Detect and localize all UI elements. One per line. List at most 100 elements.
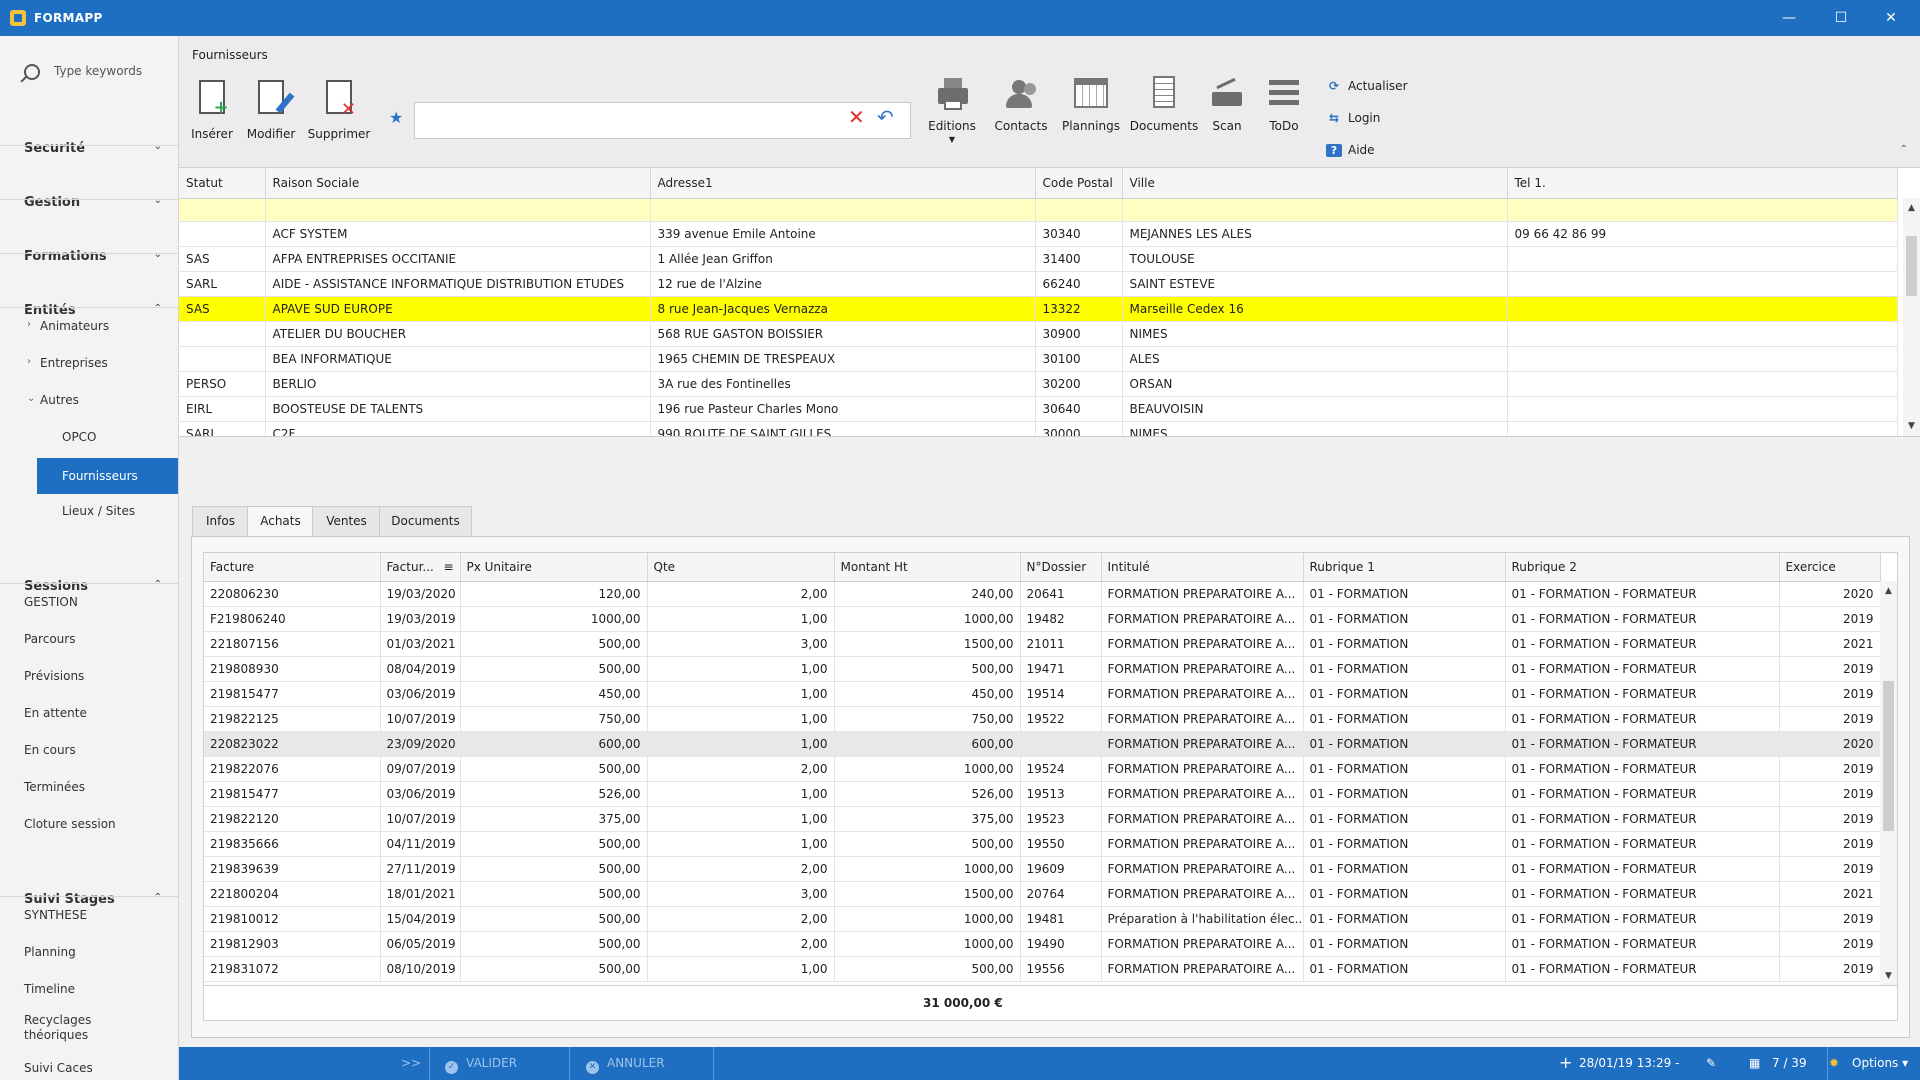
table-row[interactable]: SAS APAVE SUD EUROPE 8 rue Jean-Jacques Ve… (179, 296, 1898, 322)
section-gestion[interactable]: Gestion ⌄ (0, 182, 178, 222)
table-row[interactable]: ATELIER DU BOUCHER 568 RUE GASTON BOISSIE… (179, 321, 1898, 347)
scroll-thumb[interactable] (1883, 681, 1894, 831)
sidebar-item-synthese[interactable]: SYNTHESE (0, 899, 178, 931)
purchases-scrollbar[interactable]: ▲ ▼ (1880, 581, 1897, 986)
sidebar-item-planning[interactable]: Planning (0, 936, 178, 968)
options-button[interactable]: Options ▾ (1852, 1056, 1908, 1070)
filter-cell[interactable] (1035, 198, 1123, 222)
column-header[interactable]: Raison Sociale (265, 168, 651, 199)
sidebar-item-fournisseurs[interactable]: Fournisseurs (37, 458, 178, 494)
table-row[interactable]: 219812903 06/05/2019 500,00 2,00 1000,00 1949… (204, 931, 1881, 957)
section-formations[interactable]: Formations ⌄ (0, 236, 178, 276)
suppliers-scrollbar[interactable]: ▲ ▼ (1903, 198, 1920, 436)
documents-button[interactable]: Documents (1125, 76, 1203, 133)
sidebar-item-en-cours[interactable]: En cours (0, 734, 178, 766)
table-row[interactable]: 219815477 03/06/2019 526,00 1,00 526,00 19513… (204, 781, 1881, 807)
column-header[interactable]: Qte (647, 553, 835, 582)
sidebar-item-opco[interactable]: OPCO (0, 421, 178, 453)
table-row[interactable]: 220806230 19/03/2020 120,00 2,00 240,00 20641… (204, 581, 1881, 607)
sidebar-item-previsions[interactable]: Prévisions (0, 660, 178, 692)
plannings-button[interactable]: Plannings (1052, 76, 1130, 133)
favorite-star-icon[interactable]: ★ (389, 108, 403, 127)
table-row[interactable]: 219835666 04/11/2019 500,00 1,00 500,00 19550… (204, 831, 1881, 857)
tab-achats[interactable]: Achats (247, 506, 314, 538)
todo-button[interactable]: ToDo (1256, 76, 1312, 133)
column-header[interactable]: Montant Ht (834, 553, 1021, 582)
column-header[interactable]: Ville (1122, 168, 1508, 199)
minimize-button[interactable]: — (1766, 0, 1812, 36)
table-row[interactable]: 219822120 10/07/2019 375,00 1,00 375,00 19523… (204, 806, 1881, 832)
sidebar-item-terminees[interactable]: Terminées (0, 771, 178, 803)
section-securite[interactable]: Securité ⌄ (0, 128, 178, 168)
column-header[interactable]: Exercice (1779, 553, 1881, 582)
tab-ventes[interactable]: Ventes (312, 506, 381, 537)
valider-button[interactable]: ✓ VALIDER (445, 1056, 517, 1074)
scroll-down-icon[interactable]: ▼ (1880, 968, 1897, 984)
column-header[interactable]: Tel 1. (1507, 168, 1898, 199)
column-header[interactable]: Px Unitaire (460, 553, 648, 582)
scroll-up-icon[interactable]: ▲ (1903, 200, 1920, 216)
column-header[interactable]: Rubrique 1 (1303, 553, 1506, 582)
filter-cell[interactable] (265, 198, 651, 222)
filter-cell[interactable] (1507, 198, 1898, 222)
tab-infos[interactable]: Infos (192, 506, 249, 537)
actualiser-button[interactable]: ⟳ Actualiser (1326, 79, 1408, 93)
table-row[interactable]: 219822125 10/07/2019 750,00 1,00 750,00 19522… (204, 706, 1881, 732)
sidebar-item-cloture-session[interactable]: Cloture session (0, 808, 178, 840)
editions-button[interactable]: Editions ▼ (917, 76, 987, 144)
close-button[interactable]: ✕ (1868, 0, 1914, 36)
table-row[interactable]: SARL AIDE - ASSISTANCE INFORMATIQUE DISTR… (179, 271, 1898, 297)
undo-icon[interactable]: ↶ (877, 105, 894, 129)
scroll-down-icon[interactable]: ▼ (1903, 418, 1920, 434)
tab-documents[interactable]: Documents (379, 506, 472, 537)
contacts-button[interactable]: Contacts (985, 76, 1057, 133)
table-row[interactable]: SAS AFPA ENTREPRISES OCCITANIE 1 Allée Jea… (179, 246, 1898, 272)
sidebar-item-parcours[interactable]: Parcours (0, 623, 178, 655)
scroll-up-icon[interactable]: ▲ (1880, 583, 1897, 599)
sort-icon[interactable]: ≡ (443, 560, 453, 574)
scroll-thumb[interactable] (1906, 236, 1917, 296)
table-row[interactable]: 221807156 01/03/2021 500,00 3,00 1500,00 2101… (204, 631, 1881, 657)
clear-search-icon[interactable]: ✕ (848, 105, 865, 129)
table-row[interactable]: SARL C2F 990 ROUTE DE SAINT GILLES 30000 NIM… (179, 421, 1898, 436)
table-row[interactable]: 219810012 15/04/2019 500,00 2,00 1000,00 1948… (204, 906, 1881, 932)
table-row[interactable]: ACF SYSTEM 339 avenue Emile Antoine 30340 M… (179, 221, 1898, 247)
filter-cell[interactable] (650, 198, 1036, 222)
sidebar-item-entreprises[interactable]: › Entreprises (0, 347, 178, 379)
table-row[interactable]: PERSO BERLIO 3A rue des Fontinelles 30200 OR… (179, 371, 1898, 397)
edit-pencil-icon[interactable]: ✎ (1706, 1056, 1716, 1070)
scan-button[interactable]: Scan (1199, 76, 1255, 133)
sidebar-search[interactable]: Type keywords (20, 62, 170, 82)
column-header[interactable]: Intitulé (1101, 553, 1304, 582)
aide-button[interactable]: ? Aide (1326, 143, 1375, 157)
modifier-button[interactable]: Modifier (243, 78, 299, 141)
column-header[interactable]: Statut (179, 168, 266, 199)
inserer-button[interactable]: + Insérer (187, 78, 237, 141)
column-header[interactable]: Adresse1 (650, 168, 1036, 199)
toolbar-search-input[interactable] (414, 102, 911, 139)
table-row[interactable]: 219831072 08/10/2019 500,00 1,00 500,00 19556… (204, 956, 1881, 982)
column-header[interactable]: Code Postal (1035, 168, 1123, 199)
table-row[interactable]: F219806240 19/03/2019 1000,00 1,00 1000,00 19… (204, 606, 1881, 632)
filter-cell[interactable] (1122, 198, 1508, 222)
column-header[interactable]: Rubrique 2 (1505, 553, 1780, 582)
table-row[interactable]: BEA INFORMATIQUE 1965 CHEMIN DE TRESPEAUX… (179, 346, 1898, 372)
table-row[interactable]: 220823022 23/09/2020 600,00 1,00 600,00 FORMA… (204, 731, 1881, 757)
table-row[interactable]: EIRL BOOSTEUSE DE TALENTS 196 rue Pasteur … (179, 396, 1898, 422)
column-header[interactable]: N°Dossier (1020, 553, 1102, 582)
add-icon[interactable]: + (1559, 1053, 1572, 1072)
table-row[interactable]: 221800204 18/01/2021 500,00 3,00 1500,00 2076… (204, 881, 1881, 907)
sidebar-item-suivi-caces[interactable]: Suivi Caces (0, 1052, 178, 1080)
sidebar-item-animateurs[interactable]: › Animateurs (0, 310, 178, 342)
filter-cell[interactable] (179, 198, 266, 222)
sidebar-item-timeline[interactable]: Timeline (0, 973, 178, 1005)
table-row[interactable]: 219815477 03/06/2019 450,00 1,00 450,00 19514… (204, 681, 1881, 707)
column-header[interactable]: Facture (204, 553, 381, 582)
sidebar-item-gestion[interactable]: GESTION (0, 586, 178, 618)
sidebar-item-en-attente[interactable]: En attente (0, 697, 178, 729)
login-button[interactable]: ⇆ Login (1326, 111, 1380, 125)
table-row[interactable]: 219808930 08/04/2019 500,00 1,00 500,00 19471… (204, 656, 1881, 682)
filter-row[interactable] (179, 198, 1898, 222)
maximize-button[interactable]: ☐ (1818, 0, 1864, 36)
annuler-button[interactable]: ✕ ANNULER (586, 1056, 665, 1074)
